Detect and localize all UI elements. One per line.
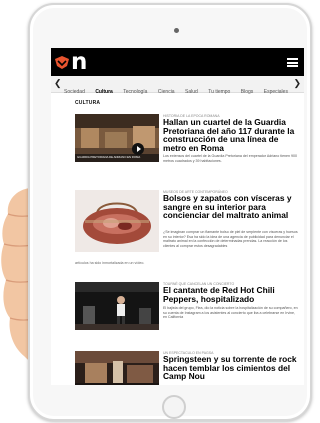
article-thumbnail[interactable]: GUARDIA PRETORIANA DE ADRIANO EN ROMA xyxy=(75,114,159,162)
concert-image xyxy=(75,282,159,330)
play-video-icon[interactable] xyxy=(132,143,144,155)
nav-item-salud[interactable]: Salud xyxy=(185,89,198,95)
logo-shield-icon[interactable] xyxy=(55,56,69,69)
article-title[interactable]: Springsteen y su torrente de rock hacen … xyxy=(163,355,301,381)
nav-left-arrow-icon[interactable]: ❮ xyxy=(54,78,62,89)
section-title: CULTURA xyxy=(75,100,101,106)
article-description: El bajista del grupo, Flea, dio la notic… xyxy=(163,306,298,320)
article-title[interactable]: Bolsos y zapatos con vísceras y sangre e… xyxy=(163,194,301,220)
nav-items: Sociedad Cultura Tecnología Ciencia Salu… xyxy=(64,80,292,98)
nav-item-tecnologia[interactable]: Tecnología xyxy=(123,89,147,95)
nav-item-blogs[interactable]: Blogs xyxy=(241,89,254,95)
article-title[interactable]: El cantante de Red Hot Chili Peppers, ho… xyxy=(163,286,301,303)
article-description: Los extensos del cuartel de la Guardia P… xyxy=(163,154,298,163)
article-item[interactable]: TOURNÉ QUE CANCELAN UN CONCIERTO El cant… xyxy=(75,282,300,344)
nav-right-arrow-icon[interactable]: ❯ xyxy=(293,78,301,89)
camera-dot xyxy=(174,28,179,33)
nav-item-ciencia[interactable]: Ciencia xyxy=(158,89,175,95)
thumbnail-caption: GUARDIA PRETORIANA DE ADRIANO EN ROMA xyxy=(77,155,141,159)
nav-item-especiales[interactable]: Especiales xyxy=(264,89,288,95)
article-thumbnail[interactable] xyxy=(75,351,159,385)
article-thumbnail[interactable] xyxy=(75,282,159,330)
article-title[interactable]: Hallan un cuartel de la Guardia Pretoria… xyxy=(163,118,301,152)
handbag-image xyxy=(75,190,159,252)
stadium-concert-image xyxy=(75,351,159,385)
tablet-screen: n ❮ Sociedad Cultura Tecnología Ciencia … xyxy=(51,48,304,385)
article-item[interactable]: MUSEOS DE ARTE CONTEMPORÁNEO Bolsos y za… xyxy=(75,190,300,280)
hamburger-menu-icon[interactable] xyxy=(287,58,298,67)
home-button[interactable] xyxy=(162,395,186,419)
article-item[interactable]: GUARDIA PRETORIANA DE ADRIANO EN ROMA HI… xyxy=(75,114,300,174)
nav-item-tu-tiempo[interactable]: Tu tiempo xyxy=(208,89,230,95)
article-description-continued: artículos ha sido inmortalizada en un ví… xyxy=(75,261,145,265)
category-nav: ❮ Sociedad Cultura Tecnología Ciencia Sa… xyxy=(51,76,304,95)
top-bar: n xyxy=(51,48,304,76)
nav-item-sociedad[interactable]: Sociedad xyxy=(64,89,85,95)
article-thumbnail[interactable] xyxy=(75,190,159,252)
article-description: ¿Se imaginan comprar un flamante bolso d… xyxy=(163,230,298,248)
article-item[interactable]: UN ESPECTACULO EN PAGSA Springsteen y su… xyxy=(75,351,300,385)
nav-item-cultura[interactable]: Cultura xyxy=(95,89,113,95)
logo-text[interactable]: n xyxy=(71,50,87,74)
